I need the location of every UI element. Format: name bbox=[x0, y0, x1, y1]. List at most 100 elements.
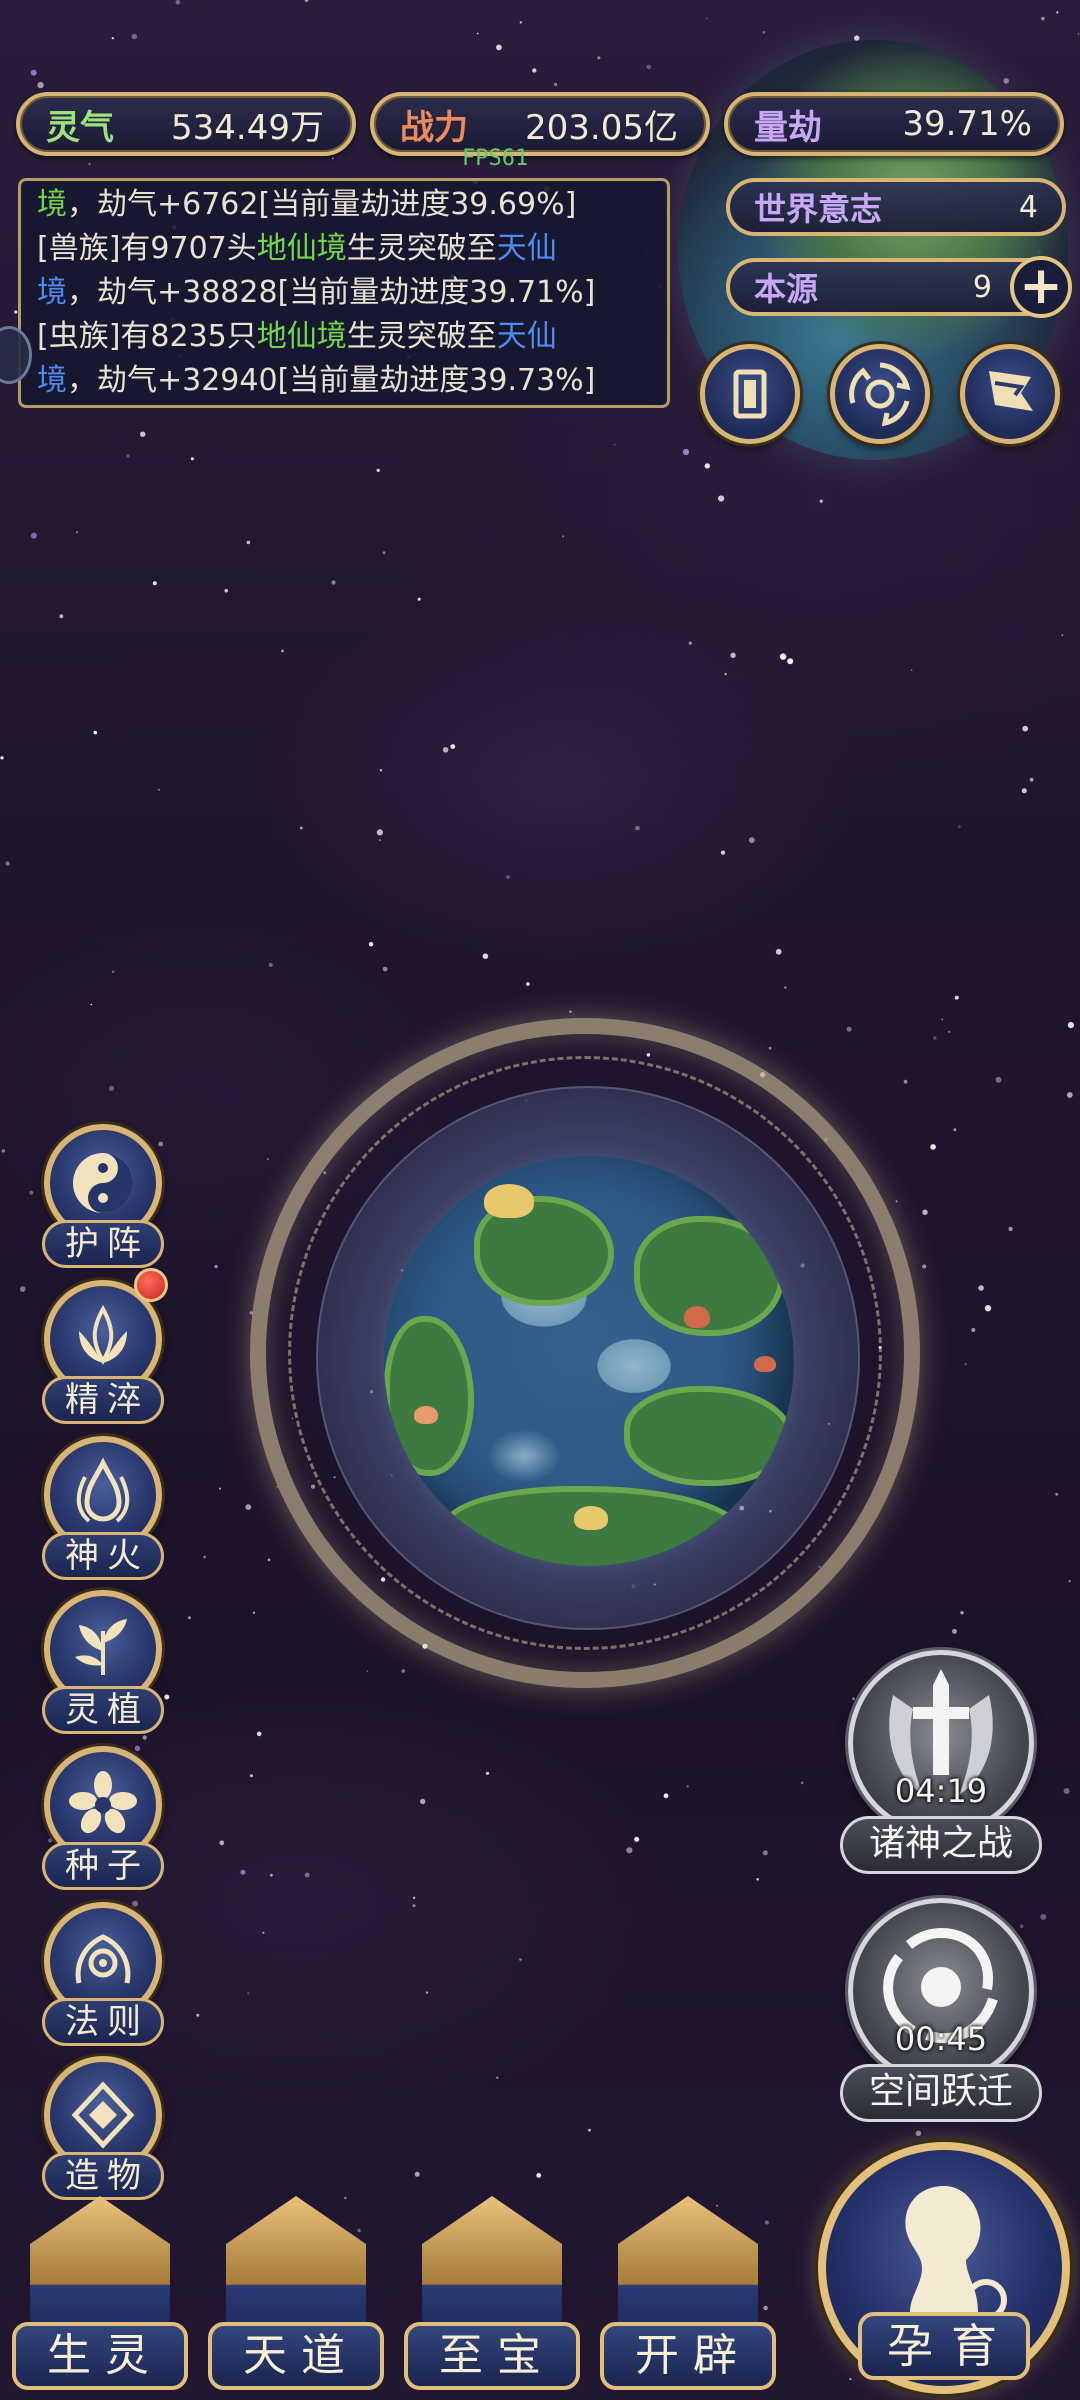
card-button[interactable] bbox=[700, 344, 800, 444]
star bbox=[376, 829, 383, 836]
nav-tiandao-button[interactable]: 天道 bbox=[208, 2196, 384, 2400]
menu-shenhuo[interactable]: 神火 bbox=[38, 1436, 168, 1580]
star bbox=[304, 0, 309, 2]
star bbox=[787, 658, 794, 665]
continent bbox=[624, 1386, 794, 1486]
star bbox=[978, 1285, 984, 1291]
log-line: 境，劫气+32940[当前量劫进度39.73%] bbox=[37, 359, 651, 403]
star bbox=[762, 30, 766, 34]
star bbox=[267, 1558, 271, 1562]
star bbox=[476, 32, 479, 35]
star bbox=[175, 0, 181, 5]
menu-faze-label: 法则 bbox=[42, 1998, 164, 2046]
star bbox=[442, 747, 449, 753]
star bbox=[819, 499, 823, 503]
star bbox=[569, 1010, 572, 1013]
log-segment: 境 bbox=[37, 275, 67, 310]
star bbox=[960, 1611, 964, 1615]
star bbox=[379, 769, 383, 772]
event-zhushen-timer: 04:19 bbox=[894, 1772, 988, 1810]
event-kongjian-button[interactable]: 00:45 空间跃迁 bbox=[836, 1898, 1046, 2128]
star bbox=[720, 850, 726, 855]
add-origin-button[interactable]: + bbox=[1010, 256, 1072, 318]
star bbox=[922, 1209, 928, 1215]
origin-label: 本源 bbox=[754, 270, 819, 308]
log-line: 境，劫气+6762[当前量劫进度39.69%] bbox=[37, 183, 651, 227]
menu-huzhen[interactable]: 护阵 bbox=[38, 1124, 168, 1268]
star bbox=[613, 443, 616, 446]
star bbox=[219, 1840, 225, 1846]
cycle-icon bbox=[849, 362, 911, 427]
star bbox=[952, 1628, 957, 1634]
card-icon bbox=[733, 369, 767, 419]
world-will-label: 世界意志 bbox=[754, 190, 883, 228]
origin-value: 9 bbox=[972, 269, 992, 305]
star bbox=[588, 2128, 591, 2132]
star bbox=[718, 495, 725, 502]
game-screen: 灵气 534.49万 战力 203.05亿 量劫 39.71% FPS61 世界… bbox=[0, 0, 1080, 2400]
liangjie-progress-bar[interactable]: 量劫 39.71% bbox=[724, 92, 1064, 156]
nav-zhibao-button[interactable]: 至宝 bbox=[404, 2196, 580, 2400]
star bbox=[111, 37, 115, 40]
notification-badge bbox=[134, 1268, 168, 1302]
star bbox=[984, 1305, 992, 1312]
star bbox=[682, 448, 690, 456]
nav-shengling-button[interactable]: 生灵 bbox=[12, 2196, 188, 2400]
star bbox=[646, 64, 652, 70]
mushroom bbox=[684, 1306, 710, 1328]
star bbox=[59, 614, 64, 619]
event-log[interactable]: 境，劫气+6762[当前量劫进度39.69%] [兽族]有9707头地仙境生灵突破… bbox=[18, 178, 670, 408]
star bbox=[635, 825, 640, 831]
world-planet[interactable] bbox=[384, 1156, 794, 1566]
cycle-button[interactable] bbox=[830, 344, 930, 444]
star bbox=[1055, 1492, 1059, 1496]
star bbox=[131, 33, 137, 40]
star bbox=[187, 1616, 191, 1620]
menu-faze[interactable]: 法则 bbox=[38, 1902, 168, 2046]
liangjie-label: 量劫 bbox=[754, 107, 822, 148]
lingqi-value: 534.49万 bbox=[171, 107, 324, 148]
star bbox=[930, 1144, 936, 1150]
star bbox=[414, 2171, 420, 2177]
world-will-value: 4 bbox=[1018, 189, 1038, 225]
star bbox=[281, 649, 284, 653]
star bbox=[425, 1991, 429, 1994]
star bbox=[971, 1328, 976, 1332]
star bbox=[331, 157, 334, 160]
menu-lingzhi[interactable]: 灵植 bbox=[38, 1590, 168, 1734]
menu-zhongzi[interactable]: 种子 bbox=[38, 1746, 168, 1890]
star bbox=[933, 1036, 937, 1040]
star bbox=[304, 1872, 310, 1878]
menu-huzhen-label: 护阵 bbox=[42, 1220, 164, 1268]
star bbox=[915, 2130, 922, 2136]
log-segment: 生灵突破至 bbox=[346, 319, 497, 354]
nav-kaipi-button[interactable]: 开辟 bbox=[600, 2196, 776, 2400]
star bbox=[256, 1731, 262, 1737]
star bbox=[941, 1018, 944, 1021]
star bbox=[1067, 1022, 1074, 1029]
star bbox=[775, 948, 782, 955]
star bbox=[420, 1798, 426, 1805]
star bbox=[142, 1735, 147, 1740]
log-line: [兽族]有9707头地仙境生灵突破至天仙 bbox=[37, 227, 651, 271]
world-will-pill[interactable]: 世界意志 4 bbox=[726, 178, 1066, 236]
star bbox=[196, 2013, 200, 2017]
star bbox=[958, 825, 961, 829]
star bbox=[948, 1030, 951, 1033]
star bbox=[1, 1149, 5, 1153]
menu-zaowu[interactable]: 造物 bbox=[38, 2056, 168, 2200]
menu-lingzhi-label: 灵植 bbox=[42, 1686, 164, 1734]
star bbox=[224, 588, 228, 593]
fps-counter: FPS61 bbox=[462, 146, 529, 171]
star bbox=[250, 1774, 253, 1778]
star bbox=[1022, 725, 1029, 732]
nav-yunyu-button[interactable]: 孕育 bbox=[818, 2142, 1070, 2394]
star bbox=[895, 1200, 898, 1203]
star bbox=[519, 21, 522, 24]
menu-jingcui[interactable]: 精淬 bbox=[38, 1268, 168, 1424]
log-segment: ，劫气+6762[当前量劫进度39.69%] bbox=[67, 187, 577, 222]
flag-button[interactable] bbox=[960, 344, 1060, 444]
star bbox=[270, 1873, 273, 1877]
star bbox=[553, 82, 558, 87]
event-zhushen-button[interactable]: 04:19 诸神之战 bbox=[836, 1650, 1046, 1880]
